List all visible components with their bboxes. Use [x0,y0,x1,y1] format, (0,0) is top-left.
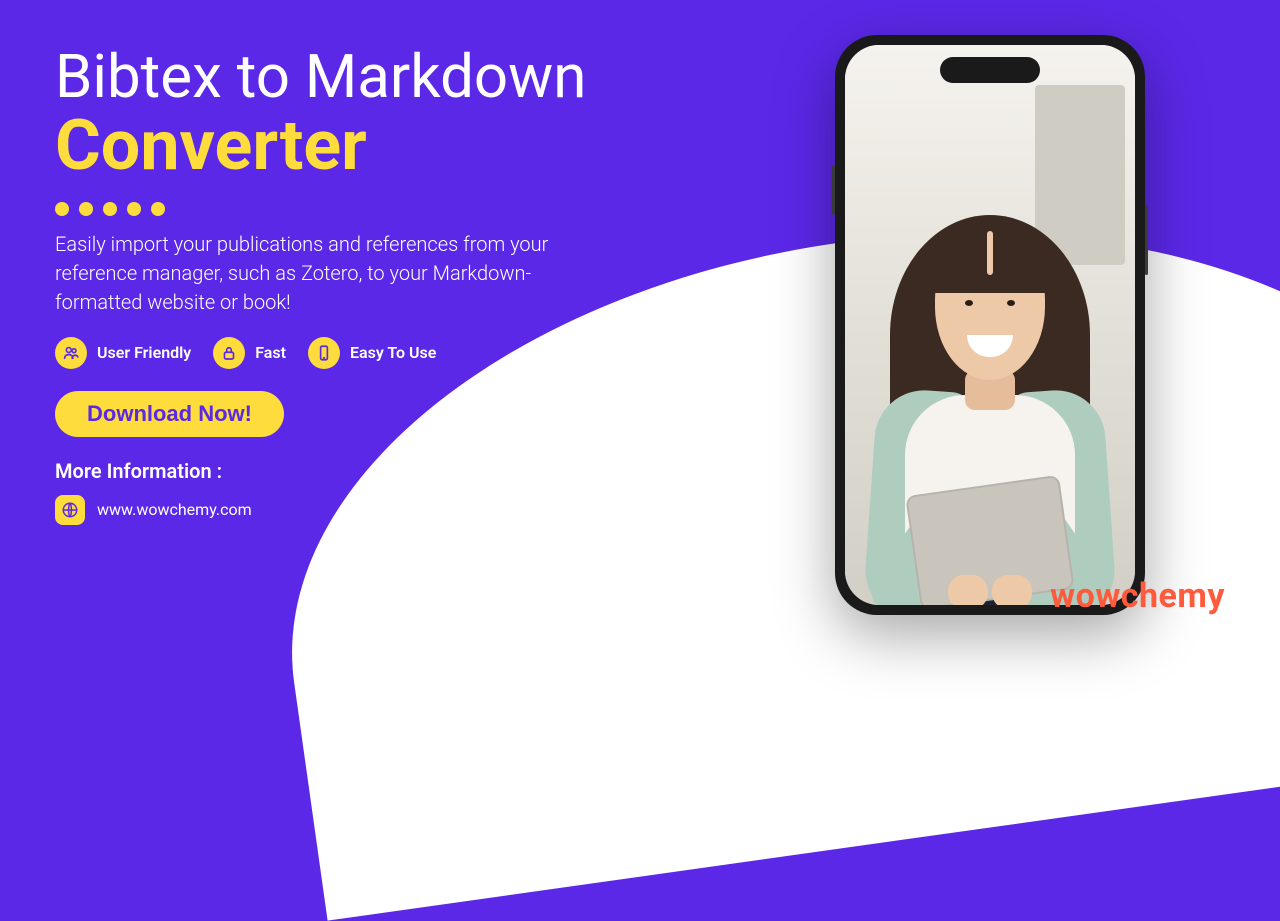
title-line-2: Converter [55,110,695,184]
phone-mockup [835,35,1145,615]
title-line-1: Bibtex to Markdown [55,45,695,108]
dot-icon [151,202,165,216]
feature-label: Easy To Use [350,343,436,362]
dot-icon [103,202,117,216]
website-url: www.wowchemy.com [97,500,252,519]
feature-user-friendly: User Friendly [55,337,191,369]
dot-icon [55,202,69,216]
feature-fast: Fast [213,337,286,369]
feature-label: User Friendly [97,343,191,362]
website-row[interactable]: www.wowchemy.com [55,495,695,525]
person-illustration [870,145,1110,605]
phone-icon [308,337,340,369]
download-button[interactable]: Download Now! [55,391,284,437]
description-text: Easily import your publications and refe… [55,230,615,317]
feature-easy: Easy To Use [308,337,436,369]
more-info-section: More Information : www.wowchemy.com [55,459,695,525]
feature-label: Fast [255,343,286,362]
globe-icon [55,495,85,525]
feature-row: User Friendly Fast Easy To Use [55,337,695,369]
users-icon [55,337,87,369]
phone-notch [940,57,1040,83]
phone-screen [845,45,1135,605]
brand-logo: wowchemy [1050,576,1225,616]
lock-icon [213,337,245,369]
hero-content: Bibtex to Markdown Converter Easily impo… [55,45,695,525]
dot-icon [127,202,141,216]
dot-icon [79,202,93,216]
more-info-title: More Information : [55,459,695,483]
accent-dots [55,202,695,216]
